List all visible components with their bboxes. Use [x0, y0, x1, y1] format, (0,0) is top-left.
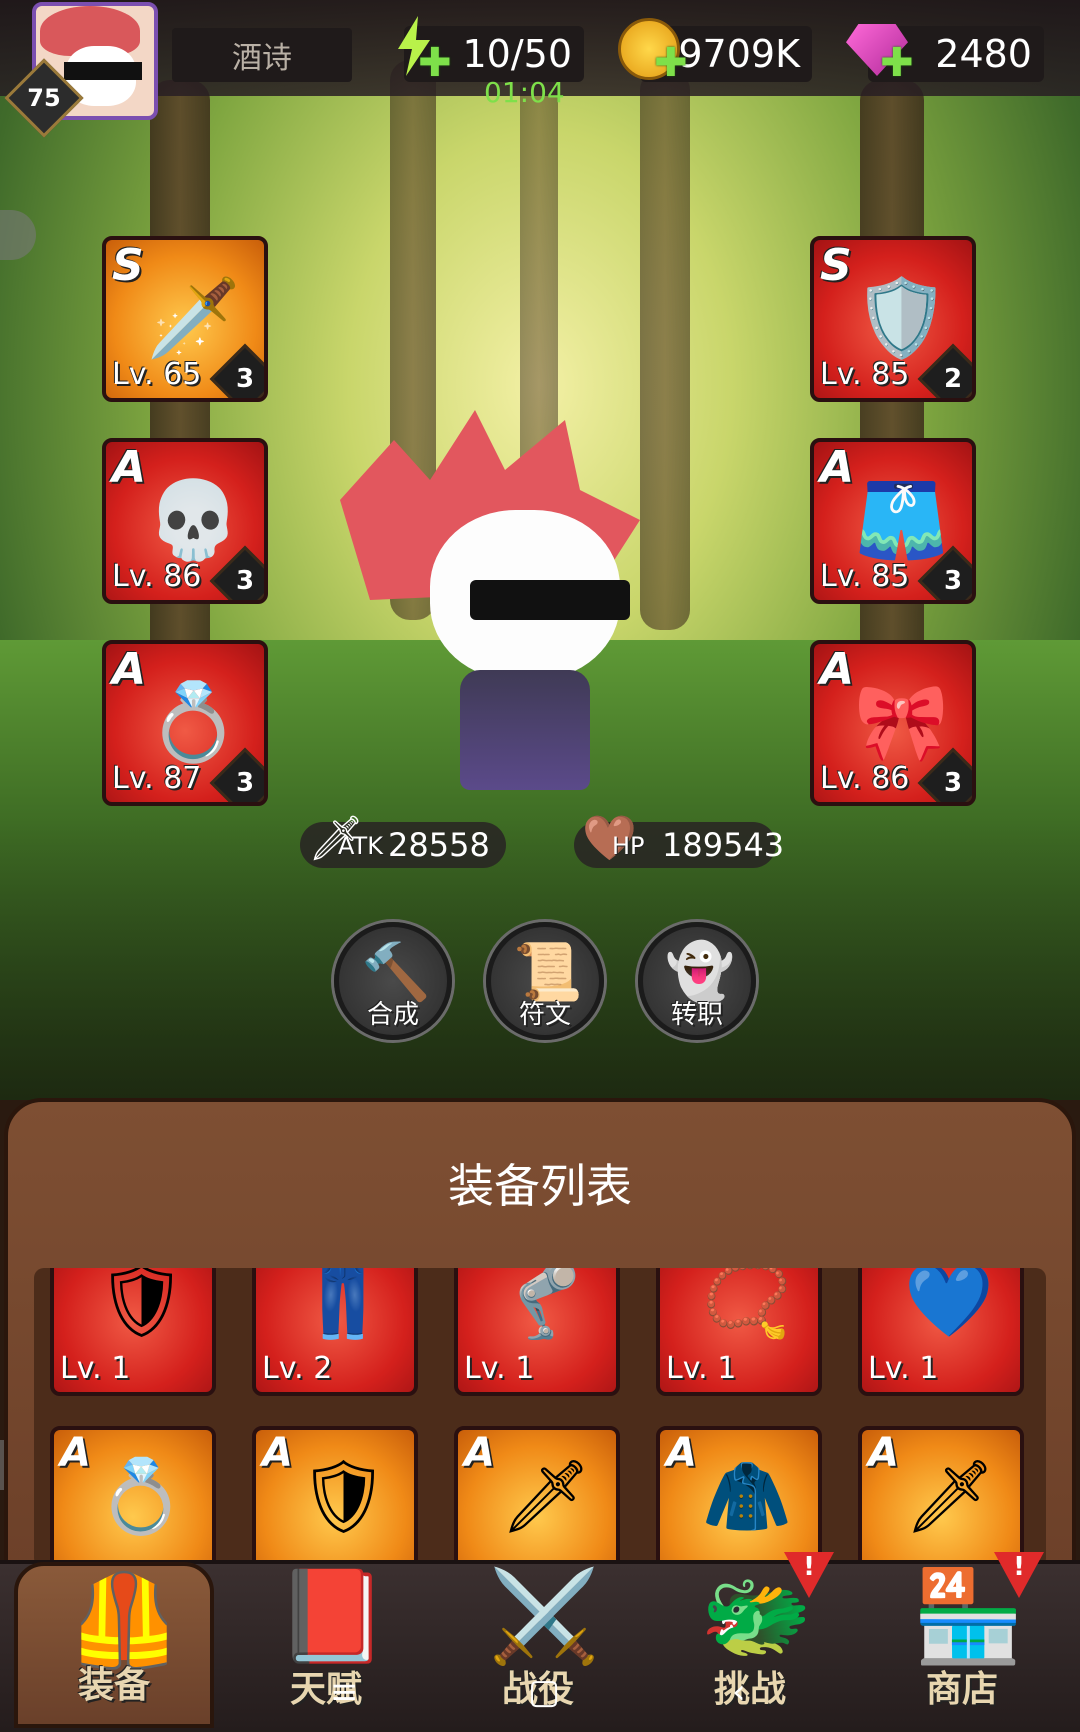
- equip-slot-necklace[interactable]: A 🎀 Lv. 86 3: [810, 640, 976, 806]
- atk-stat: 🗡 ATK 28558: [300, 813, 506, 868]
- steel-greaves-icon: 🦿: [500, 1268, 590, 1342]
- job-change-button[interactable]: 👻 转职: [638, 922, 756, 1040]
- inventory-item[interactable]: A 💍: [50, 1426, 216, 1568]
- equip-slot-cloak[interactable]: A 💀 Lv. 86 3: [102, 438, 268, 604]
- system-back-icon[interactable]: ‹: [732, 1672, 746, 1712]
- energy-timer: 01:04: [484, 76, 565, 109]
- gem-value: 2480: [935, 32, 1032, 76]
- tab-label: 挑战: [713, 1669, 786, 1710]
- gold-value: 9709K: [678, 32, 800, 76]
- item-level: Lv. 1: [464, 1351, 535, 1386]
- armor-tab-icon: 🦺: [68, 1568, 181, 1673]
- hp-value: 189543: [662, 826, 785, 864]
- item-grade: A: [60, 1430, 91, 1476]
- player-name: 酒诗: [172, 28, 352, 82]
- silver-armor-icon: 🛡: [298, 1454, 390, 1538]
- equip-slot-weapon[interactable]: S 🗡️ Lv. 65 3: [102, 236, 268, 402]
- system-home-icon[interactable]: ▢: [528, 1672, 560, 1712]
- red-amulet-icon: 🎀: [854, 677, 949, 766]
- ring-icon: 💍: [146, 677, 241, 766]
- panel-title: 装备列表: [448, 1159, 632, 1213]
- slot-grade: A: [112, 442, 147, 493]
- add-gold-button[interactable]: ✚: [654, 40, 688, 86]
- inventory-item[interactable]: 💙 Lv. 1: [858, 1268, 1024, 1396]
- sword-icon: 🗡: [500, 1454, 592, 1538]
- inventory-item[interactable]: A 🗡: [858, 1426, 1024, 1568]
- craft-button[interactable]: 🔨 合成: [334, 922, 452, 1040]
- slot-level: Lv. 86: [112, 559, 202, 594]
- slot-grade: S: [112, 240, 144, 291]
- crossed-swords-icon: ⚔️: [488, 1564, 601, 1669]
- tab-label: 装备: [77, 1665, 150, 1706]
- equipment-grid[interactable]: 🛡 Lv. 1 👖 Lv. 2 🦿 Lv. 1 📿 Lv. 1 💙 Lv. 1 …: [34, 1268, 1046, 1568]
- golden-armor-icon: 🛡️: [854, 273, 949, 362]
- shop-icon: 🏪: [912, 1564, 1025, 1669]
- inventory-item[interactable]: 🛡 Lv. 1: [50, 1268, 216, 1396]
- equip-slot-pants[interactable]: A 🩳 Lv. 85 3: [810, 438, 976, 604]
- ring-icon: 💍: [96, 1454, 186, 1538]
- purple-cloak-icon: 🧥: [702, 1454, 792, 1538]
- tab-challenge[interactable]: 🐲 挑战: [650, 1562, 850, 1728]
- rune-label: 符文: [518, 1000, 571, 1030]
- hero-character: [330, 410, 660, 790]
- slot-level: Lv. 87: [112, 761, 202, 796]
- item-grade: A: [868, 1430, 899, 1476]
- tab-equipment[interactable]: 🦺 装备: [14, 1562, 214, 1728]
- item-level: Lv. 2: [262, 1351, 333, 1386]
- slot-grade: A: [112, 644, 147, 695]
- tab-label: 天赋: [289, 1669, 362, 1710]
- inventory-item[interactable]: A 🛡: [252, 1426, 418, 1568]
- atk-label: ATK: [338, 832, 383, 860]
- item-level: Lv. 1: [666, 1351, 737, 1386]
- slot-level: Lv. 65: [112, 357, 202, 392]
- red-pants-icon: 🩳: [854, 475, 949, 564]
- gold-necklace-icon: 📿: [702, 1268, 792, 1342]
- item-grade: A: [666, 1430, 697, 1476]
- atk-value: 28558: [388, 826, 490, 864]
- item-level: Lv. 1: [868, 1351, 939, 1386]
- inventory-item[interactable]: A 🧥: [656, 1426, 822, 1568]
- inventory-item[interactable]: A 🗡: [454, 1426, 620, 1568]
- inventory-item[interactable]: 📿 Lv. 1: [656, 1268, 822, 1396]
- tab-shop[interactable]: 🏪 商店: [862, 1562, 1062, 1728]
- slot-level: Lv. 85: [820, 559, 910, 594]
- add-gem-button[interactable]: ✚: [880, 40, 914, 86]
- sword-icon: 🗡: [904, 1454, 996, 1538]
- hp-label: HP: [612, 832, 645, 860]
- job-change-label: 转职: [670, 1000, 723, 1030]
- silver-armor-icon: 🛡: [96, 1268, 188, 1342]
- book-tab-icon: 📕: [276, 1564, 389, 1669]
- player-level: 75: [27, 84, 61, 112]
- heart-necklace-icon: 💙: [904, 1268, 994, 1342]
- item-level: Lv. 1: [60, 1351, 131, 1386]
- system-menu-icon[interactable]: ≡: [330, 1672, 359, 1712]
- skull-cloak-icon: 💀: [146, 475, 241, 564]
- slot-level: Lv. 86: [820, 761, 910, 796]
- slot-grade: A: [820, 644, 855, 695]
- item-grade: A: [464, 1430, 495, 1476]
- tab-talent[interactable]: 📕 天赋: [226, 1562, 426, 1728]
- dragon-castle-icon: 🐲: [700, 1564, 813, 1669]
- tab-label: 商店: [925, 1669, 998, 1710]
- rune-button[interactable]: 📜 符文: [486, 922, 604, 1040]
- inventory-item[interactable]: 🦿 Lv. 1: [454, 1268, 620, 1396]
- inventory-item[interactable]: 👖 Lv. 2: [252, 1268, 418, 1396]
- blue-pants-icon: 👖: [298, 1268, 388, 1342]
- slot-level: Lv. 85: [820, 357, 910, 392]
- slot-grade: S: [820, 240, 852, 291]
- equip-slot-ring[interactable]: A 💍 Lv. 87 3: [102, 640, 268, 806]
- hp-stat: 🤎 HP 189543: [574, 813, 784, 868]
- item-grade: A: [262, 1430, 293, 1476]
- energy-value: 10/50: [462, 32, 572, 76]
- slot-grade: A: [820, 442, 855, 493]
- add-energy-button[interactable]: ✚: [418, 40, 452, 86]
- craft-label: 合成: [366, 1000, 419, 1030]
- equip-slot-armor[interactable]: S 🛡️ Lv. 85 2: [810, 236, 976, 402]
- sword-icon: 🗡️: [146, 273, 241, 362]
